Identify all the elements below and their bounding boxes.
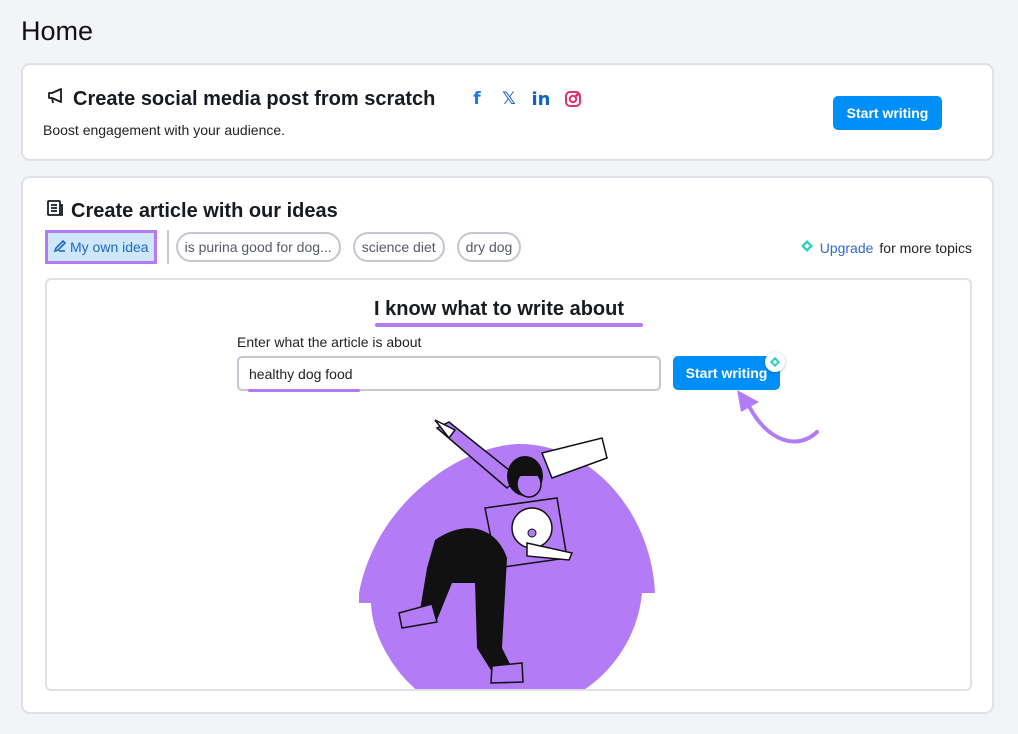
social-start-writing-button[interactable]: Start writing bbox=[833, 96, 942, 130]
megaphone-icon bbox=[46, 86, 66, 112]
article-ideas-title-text: Create article with our ideas bbox=[71, 199, 338, 222]
ai-badge bbox=[765, 352, 785, 372]
page-title: Home bbox=[21, 16, 94, 46]
facebook-icon[interactable]: f bbox=[468, 89, 486, 109]
own-idea-panel: I know what to write about Enter what th… bbox=[45, 278, 972, 691]
topic-chip[interactable]: dry dog bbox=[456, 232, 522, 262]
upgrade-notice: Upgrade for more topics bbox=[800, 239, 972, 256]
upgrade-link[interactable]: Upgrade bbox=[820, 240, 874, 256]
instagram-icon[interactable] bbox=[564, 90, 582, 108]
topic-field-label: Enter what the article is about bbox=[237, 334, 422, 350]
topic-chips: My own idea is purina good for dog... sc… bbox=[45, 229, 533, 265]
article-ideas-card: Create article with our ideas My own ide… bbox=[21, 176, 994, 714]
topic-chip[interactable]: is purina good for dog... bbox=[175, 232, 341, 262]
my-own-idea-label: My own idea bbox=[70, 239, 149, 255]
social-network-icons: f 𝕏 in bbox=[468, 89, 582, 110]
upgrade-text: for more topics bbox=[879, 239, 972, 256]
chip-divider bbox=[166, 230, 169, 264]
social-post-subtitle: Boost engagement with your audience. bbox=[43, 122, 286, 138]
x-icon[interactable]: 𝕏 bbox=[500, 89, 518, 109]
own-idea-heading: I know what to write about bbox=[374, 298, 624, 320]
topic-chip[interactable]: science diet bbox=[352, 232, 445, 262]
person-with-cat-illustration bbox=[359, 419, 655, 689]
social-post-title-text: Create social media post from scratch bbox=[73, 87, 436, 110]
document-icon bbox=[46, 199, 64, 223]
article-topic-input[interactable] bbox=[237, 356, 661, 391]
input-highlight bbox=[248, 389, 360, 392]
heading-highlight bbox=[375, 323, 643, 327]
pencil-icon bbox=[53, 239, 67, 256]
social-post-card: Create social media post from scratch f … bbox=[21, 63, 994, 161]
my-own-idea-chip[interactable]: My own idea bbox=[45, 230, 157, 264]
ai-diamond-icon bbox=[800, 239, 814, 256]
social-post-title: Create social media post from scratch bbox=[46, 86, 435, 112]
linkedin-icon[interactable]: in bbox=[532, 89, 551, 110]
article-start-writing-button[interactable]: Start writing bbox=[673, 356, 780, 390]
pointer-arrow-annotation bbox=[737, 390, 819, 444]
article-ideas-title: Create article with our ideas bbox=[46, 199, 338, 223]
